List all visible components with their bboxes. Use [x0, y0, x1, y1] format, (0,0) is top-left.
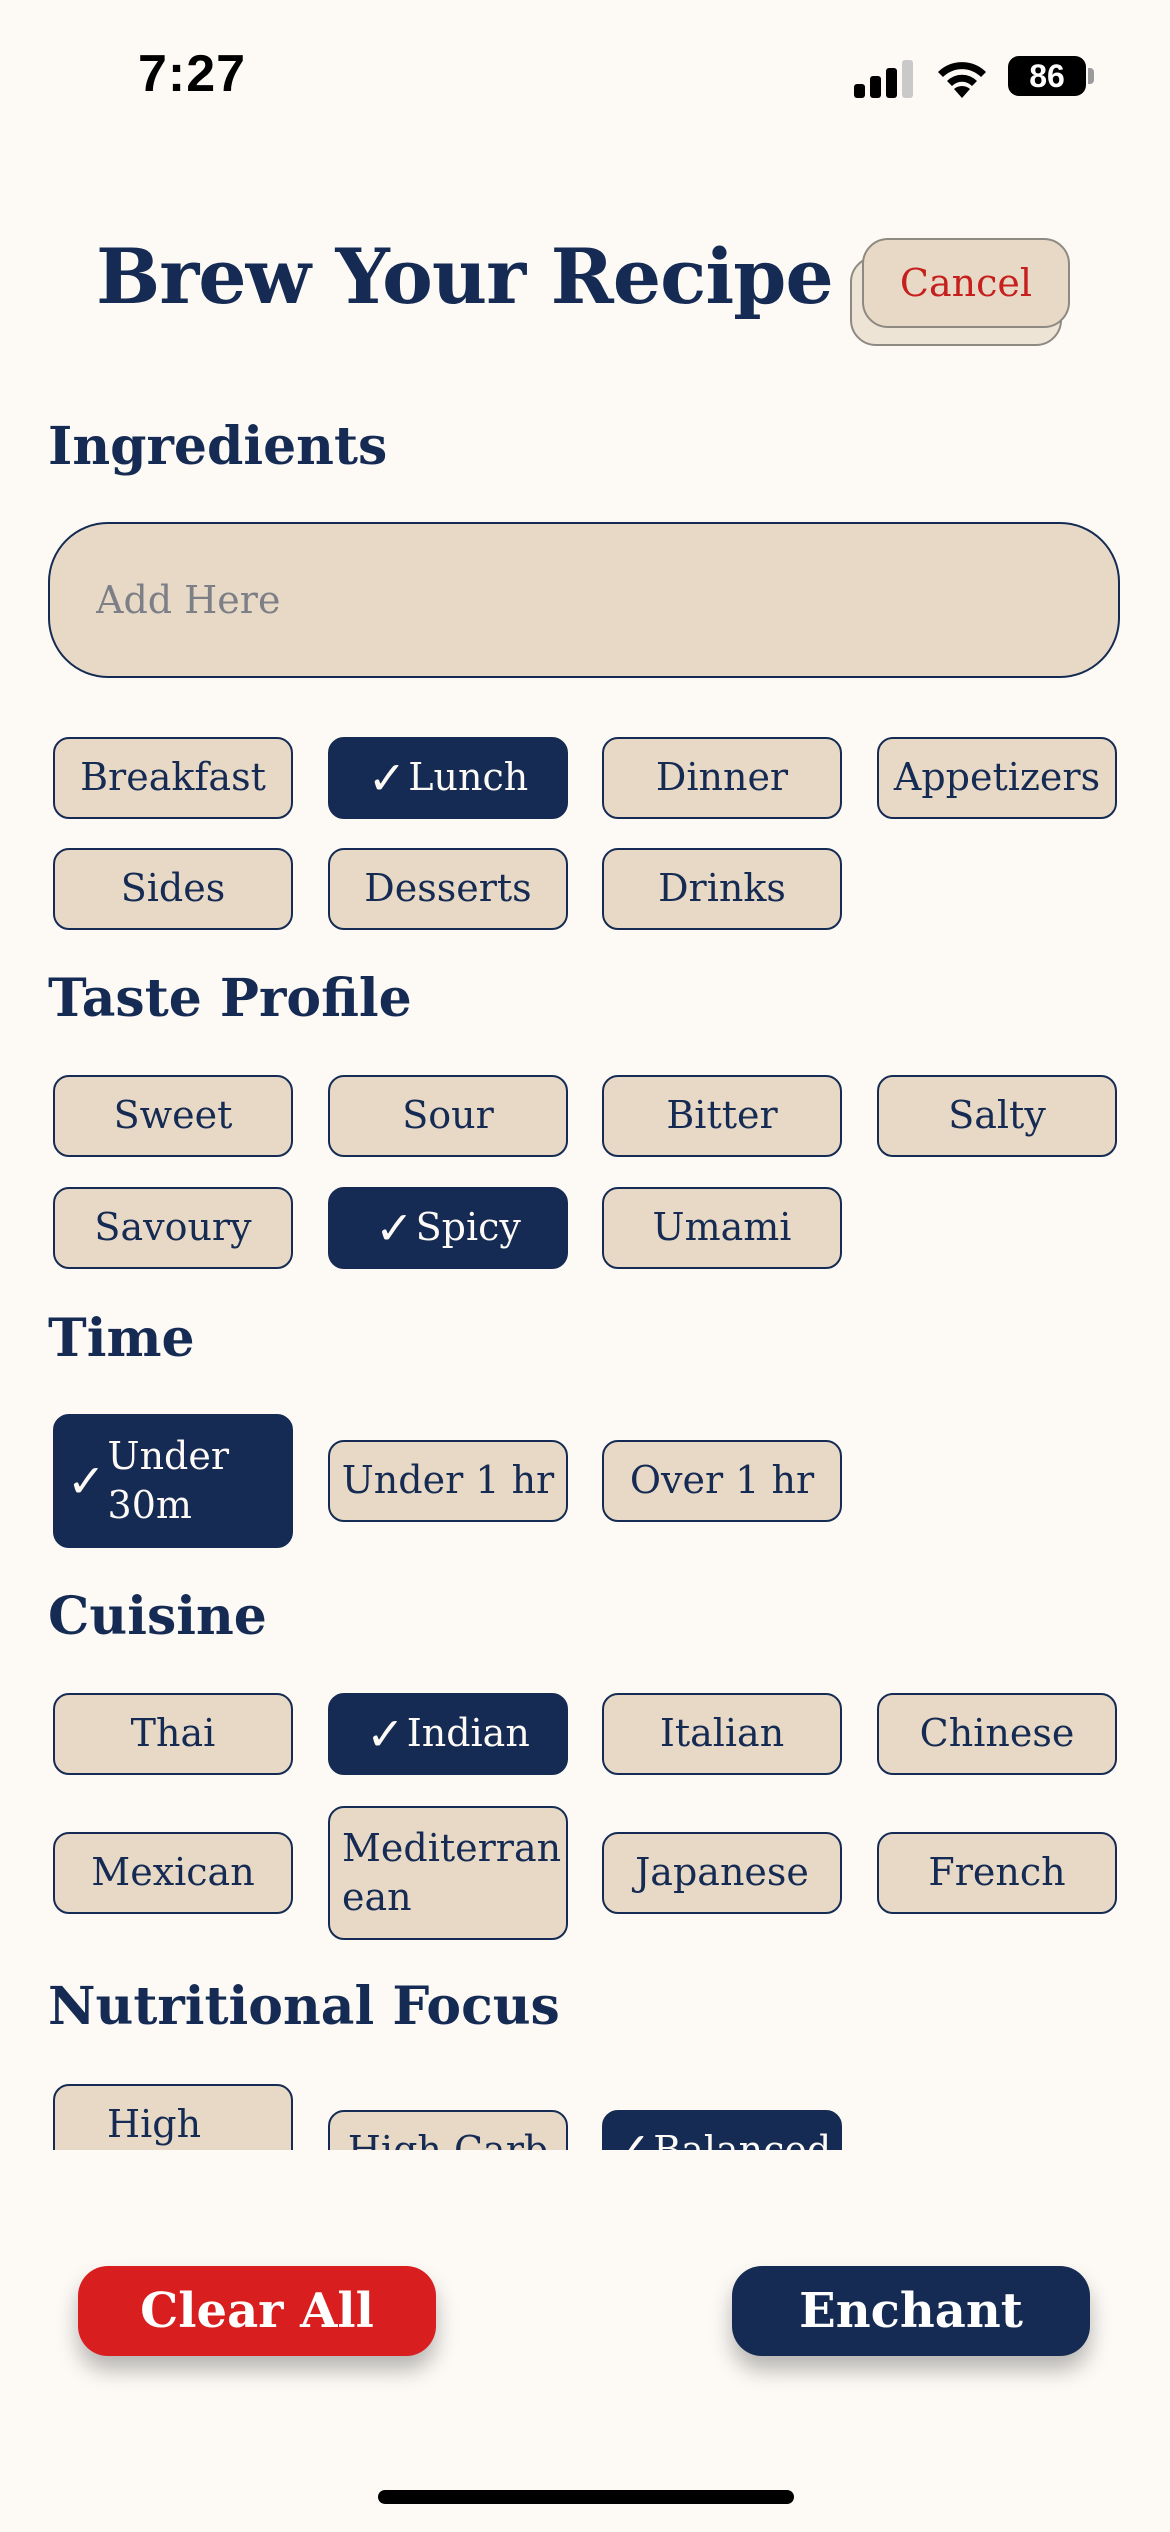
chip-label: Mexican [91, 1850, 255, 1895]
chip-label: High [107, 2102, 202, 2146]
clear-all-button[interactable]: Clear All [78, 2266, 436, 2356]
chip-desserts[interactable]: Desserts [328, 848, 568, 930]
check-icon: ✓ [366, 1707, 405, 1761]
chip-indian[interactable]: ✓ Indian [328, 1693, 568, 1775]
wifi-icon [938, 62, 986, 98]
chip-under-1-hr[interactable]: Under 1 hr [328, 1440, 568, 1522]
cuisine-title: Cuisine [48, 1586, 267, 1647]
chip-breakfast[interactable]: Breakfast [53, 737, 293, 819]
chip-label: Breakfast [80, 755, 266, 800]
chip-label: Chinese [919, 1711, 1075, 1756]
battery-cap [1088, 68, 1094, 84]
ingredient-input[interactable] [48, 522, 1120, 678]
chip-italian[interactable]: Italian [602, 1693, 842, 1775]
chip-label: French [928, 1850, 1066, 1895]
chip-label: Japanese [635, 1850, 809, 1895]
chip-label-line1: Mediterran [342, 1825, 562, 1870]
chip-under-30m[interactable]: ✓ Under 30m [53, 1414, 293, 1548]
chip-label: Indian [406, 1711, 530, 1756]
chip-spicy[interactable]: ✓ Spicy [328, 1187, 568, 1269]
status-time: 7:27 [138, 45, 247, 103]
chip-japanese[interactable]: Japanese [602, 1832, 842, 1914]
chip-appetizers[interactable]: Appetizers [877, 737, 1117, 819]
chip-label: Salty [948, 1093, 1046, 1138]
chip-drinks[interactable]: Drinks [602, 848, 842, 930]
chip-label: Thai [130, 1711, 216, 1756]
chip-sweet[interactable]: Sweet [53, 1075, 293, 1157]
chip-sour[interactable]: Sour [328, 1075, 568, 1157]
chip-label: Over 1 hr [629, 1458, 815, 1503]
chip-label: Umami [652, 1205, 792, 1250]
chip-label-line1: Under [107, 1433, 230, 1478]
home-indicator [378, 2490, 794, 2504]
chip-french[interactable]: French [877, 1832, 1117, 1914]
taste-profile-title: Taste Profile [48, 968, 412, 1029]
chip-over-1-hr[interactable]: Over 1 hr [602, 1440, 842, 1522]
chip-lunch[interactable]: ✓ Lunch [328, 737, 568, 819]
chip-label: Spicy [415, 1205, 521, 1250]
chip-label: Sides [120, 866, 226, 911]
chip-label: Italian [659, 1711, 785, 1756]
chip-mexican[interactable]: Mexican [53, 1832, 293, 1914]
chip-dinner[interactable]: Dinner [602, 737, 842, 819]
chip-sides[interactable]: Sides [53, 848, 293, 930]
chip-label: Appetizers [893, 755, 1101, 800]
chip-label-line2: 30m [107, 1483, 192, 1527]
cancel-button[interactable]: Cancel [862, 238, 1070, 328]
enchant-button[interactable]: Enchant [732, 2266, 1090, 2356]
chip-label: Dinner [655, 755, 789, 800]
ingredients-title: Ingredients [48, 416, 388, 477]
chip-label-line2: ean [342, 1875, 412, 1919]
check-icon: ✓ [67, 1454, 106, 1508]
chip-label: Sour [402, 1093, 494, 1138]
chip-chinese[interactable]: Chinese [877, 1693, 1117, 1775]
chip-salty[interactable]: Salty [877, 1075, 1117, 1157]
chip-label: Savoury [94, 1205, 252, 1250]
chip-label: Lunch [408, 755, 529, 800]
check-icon: ✓ [367, 751, 407, 805]
chip-bitter[interactable]: Bitter [602, 1075, 842, 1157]
nutritional-focus-title: Nutritional Focus [48, 1976, 560, 2037]
cellular-signal-icon [854, 58, 914, 98]
page-title: Brew Your Recipe [96, 232, 834, 321]
check-icon: ✓ [375, 1201, 414, 1255]
chip-label: Desserts [364, 866, 532, 911]
chip-umami[interactable]: Umami [602, 1187, 842, 1269]
chip-label: Bitter [666, 1093, 778, 1138]
chip-savoury[interactable]: Savoury [53, 1187, 293, 1269]
chip-label: Sweet [113, 1093, 233, 1138]
chip-label: Under 1 hr [341, 1458, 555, 1503]
chip-label: Drinks [658, 866, 786, 911]
chip-thai[interactable]: Thai [53, 1693, 293, 1775]
chip-mediterranean[interactable]: Mediterran ean [328, 1806, 568, 1940]
time-title: Time [48, 1308, 195, 1369]
battery-icon: 86 [1008, 56, 1086, 96]
